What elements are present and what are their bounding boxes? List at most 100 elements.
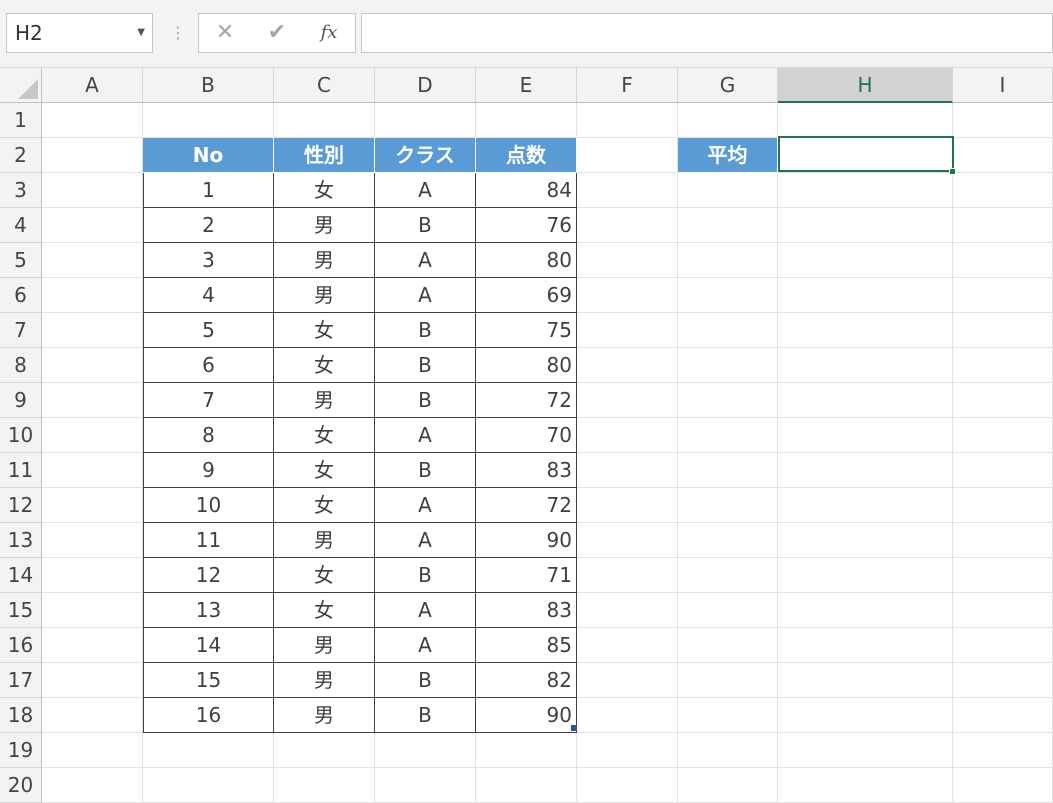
table-cell[interactable]: 10 [143, 488, 274, 523]
table-cell[interactable]: 男 [274, 278, 375, 313]
table-cell[interactable]: 男 [274, 628, 375, 663]
table-cell[interactable]: 4 [143, 278, 274, 313]
table-cell[interactable]: 女 [274, 558, 375, 593]
table-cell[interactable]: 83 [476, 593, 577, 628]
row-header-15[interactable]: 15 [0, 593, 42, 628]
cell[interactable] [678, 313, 778, 348]
cell[interactable] [577, 138, 678, 173]
table-cell[interactable]: 70 [476, 418, 577, 453]
table-cell[interactable]: B [375, 453, 476, 488]
cell[interactable] [778, 698, 953, 733]
table-cell[interactable]: 男 [274, 523, 375, 558]
table-cell[interactable]: B [375, 698, 476, 733]
table-cell[interactable]: 85 [476, 628, 577, 663]
column-header-g[interactable]: G [678, 68, 778, 103]
cell[interactable] [953, 208, 1053, 243]
cell[interactable] [577, 383, 678, 418]
cell[interactable] [778, 663, 953, 698]
cell[interactable] [778, 383, 953, 418]
table-header-cell[interactable]: No [143, 138, 274, 173]
cell[interactable] [678, 488, 778, 523]
cell[interactable] [678, 768, 778, 803]
table-cell[interactable]: 82 [476, 663, 577, 698]
table-cell[interactable]: B [375, 663, 476, 698]
cell[interactable] [678, 103, 778, 138]
table-cell[interactable]: 14 [143, 628, 274, 663]
cell[interactable] [375, 733, 476, 768]
table-cell[interactable]: 76 [476, 208, 577, 243]
table-cell[interactable]: 男 [274, 383, 375, 418]
table-cell[interactable]: 2 [143, 208, 274, 243]
enter-icon[interactable]: ✔ [257, 14, 297, 52]
table-header-cell[interactable]: クラス [375, 138, 476, 173]
cell[interactable] [42, 733, 143, 768]
fill-handle[interactable] [949, 168, 956, 175]
table-cell[interactable]: 男 [274, 663, 375, 698]
cell[interactable] [953, 138, 1053, 173]
cell[interactable] [42, 313, 143, 348]
table-cell[interactable]: 84 [476, 173, 577, 208]
cell[interactable] [953, 313, 1053, 348]
column-header-c[interactable]: C [274, 68, 375, 103]
table-cell[interactable]: A [375, 593, 476, 628]
cell[interactable] [476, 103, 577, 138]
cell[interactable] [953, 523, 1053, 558]
cell[interactable] [42, 593, 143, 628]
column-header-b[interactable]: B [143, 68, 274, 103]
row-header-9[interactable]: 9 [0, 383, 42, 418]
cell[interactable] [577, 523, 678, 558]
cell[interactable] [953, 383, 1053, 418]
table-cell[interactable]: 80 [476, 348, 577, 383]
cell[interactable] [577, 593, 678, 628]
row-header-6[interactable]: 6 [0, 278, 42, 313]
cell[interactable] [42, 558, 143, 593]
cell[interactable] [577, 243, 678, 278]
cell[interactable] [42, 768, 143, 803]
cell[interactable] [778, 243, 953, 278]
cell[interactable] [678, 593, 778, 628]
cell[interactable] [577, 488, 678, 523]
cell[interactable] [778, 733, 953, 768]
cell[interactable] [778, 278, 953, 313]
table-cell[interactable]: B [375, 208, 476, 243]
cell[interactable] [143, 733, 274, 768]
cell[interactable] [778, 208, 953, 243]
cell[interactable] [375, 103, 476, 138]
cell[interactable] [678, 733, 778, 768]
cell[interactable] [678, 383, 778, 418]
cell[interactable] [953, 348, 1053, 383]
row-header-16[interactable]: 16 [0, 628, 42, 663]
table-cell[interactable]: B [375, 313, 476, 348]
cell[interactable] [678, 418, 778, 453]
cell[interactable] [953, 628, 1053, 663]
table-cell[interactable]: A [375, 488, 476, 523]
table-header-cell[interactable]: 点数 [476, 138, 577, 173]
row-header-4[interactable]: 4 [0, 208, 42, 243]
cell[interactable] [778, 348, 953, 383]
cell[interactable] [143, 768, 274, 803]
cell[interactable] [42, 208, 143, 243]
table-cell[interactable]: 8 [143, 418, 274, 453]
cell[interactable] [953, 453, 1053, 488]
cell[interactable] [577, 348, 678, 383]
table-cell[interactable]: A [375, 243, 476, 278]
cell[interactable] [42, 453, 143, 488]
row-header-11[interactable]: 11 [0, 453, 42, 488]
cell[interactable] [577, 173, 678, 208]
cell[interactable] [678, 208, 778, 243]
cell[interactable] [577, 768, 678, 803]
table-cell[interactable]: 16 [143, 698, 274, 733]
table-cell[interactable]: A [375, 628, 476, 663]
table-cell[interactable]: 女 [274, 593, 375, 628]
cell[interactable] [953, 173, 1053, 208]
cell[interactable] [577, 628, 678, 663]
cell[interactable] [577, 208, 678, 243]
cell[interactable] [678, 348, 778, 383]
cell[interactable] [953, 593, 1053, 628]
cell[interactable] [577, 663, 678, 698]
column-header-e[interactable]: E [476, 68, 577, 103]
cell[interactable] [778, 523, 953, 558]
table-cell[interactable]: 女 [274, 453, 375, 488]
cell[interactable] [778, 418, 953, 453]
cell[interactable] [476, 768, 577, 803]
